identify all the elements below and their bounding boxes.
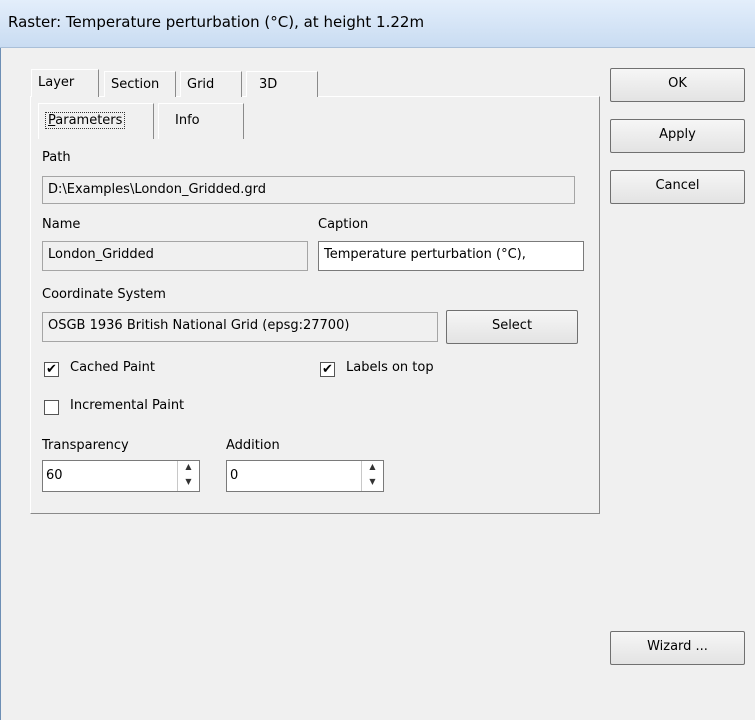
caption-label: Caption [318,217,369,232]
name-field[interactable]: London_Gridded [42,241,308,271]
labels-on-top-checkbox[interactable]: ✔ [320,362,335,377]
tab-section-label: Section [111,77,160,92]
caption-field[interactable]: Temperature perturbation (°C), [318,241,584,271]
title-bar[interactable]: Raster: Temperature perturbation (°C), a… [0,0,755,48]
transparency-spinner[interactable]: ▲ ▼ [177,461,199,491]
subtab-parameters-label: Parameters [45,112,126,129]
subtab-parameters[interactable]: Parameters [38,103,154,139]
name-label: Name [42,217,81,232]
coord-field[interactable]: OSGB 1936 British National Grid (epsg:27… [42,312,438,342]
spin-down-icon[interactable]: ▼ [362,476,383,491]
addition-label: Addition [226,438,280,453]
select-button[interactable]: Select [446,310,578,344]
apply-button[interactable]: Apply [610,119,745,153]
cached-paint-label: Cached Paint [70,360,155,375]
labels-on-top-label: Labels on top [346,360,434,375]
tab-layer-label: Layer [38,75,75,90]
transparency-input[interactable]: 60 ▲ ▼ [42,460,200,492]
incremental-paint-label: Incremental Paint [70,398,185,413]
wizard-button[interactable]: Wizard ... [610,631,745,665]
subtab-info-label: Info [175,113,200,128]
cached-paint-checkbox[interactable]: ✔ [44,362,59,377]
tab-3d[interactable]: 3D [246,71,318,97]
transparency-value: 60 [46,468,63,483]
tab-section[interactable]: Section [104,71,176,97]
addition-value: 0 [230,468,239,483]
addition-input[interactable]: 0 ▲ ▼ [226,460,384,492]
tab-grid[interactable]: Grid [180,71,242,97]
window-title: Raster: Temperature perturbation (°C), a… [8,13,425,31]
spin-up-icon[interactable]: ▲ [362,461,383,476]
path-label: Path [42,150,71,165]
spin-down-icon[interactable]: ▼ [178,476,199,491]
addition-spinner[interactable]: ▲ ▼ [361,461,383,491]
tab-3d-label: 3D [259,77,278,92]
cancel-button[interactable]: Cancel [610,170,745,204]
tab-layer[interactable]: Layer [31,69,99,97]
ok-button[interactable]: OK [610,68,745,102]
spin-up-icon[interactable]: ▲ [178,461,199,476]
path-field[interactable]: D:\Examples\London_Gridded.grd [42,176,575,204]
incremental-paint-checkbox[interactable] [44,400,59,415]
subtab-info[interactable]: Info [158,103,244,139]
transparency-label: Transparency [42,438,129,453]
coord-label: Coordinate System [42,287,166,302]
tab-grid-label: Grid [187,77,215,92]
